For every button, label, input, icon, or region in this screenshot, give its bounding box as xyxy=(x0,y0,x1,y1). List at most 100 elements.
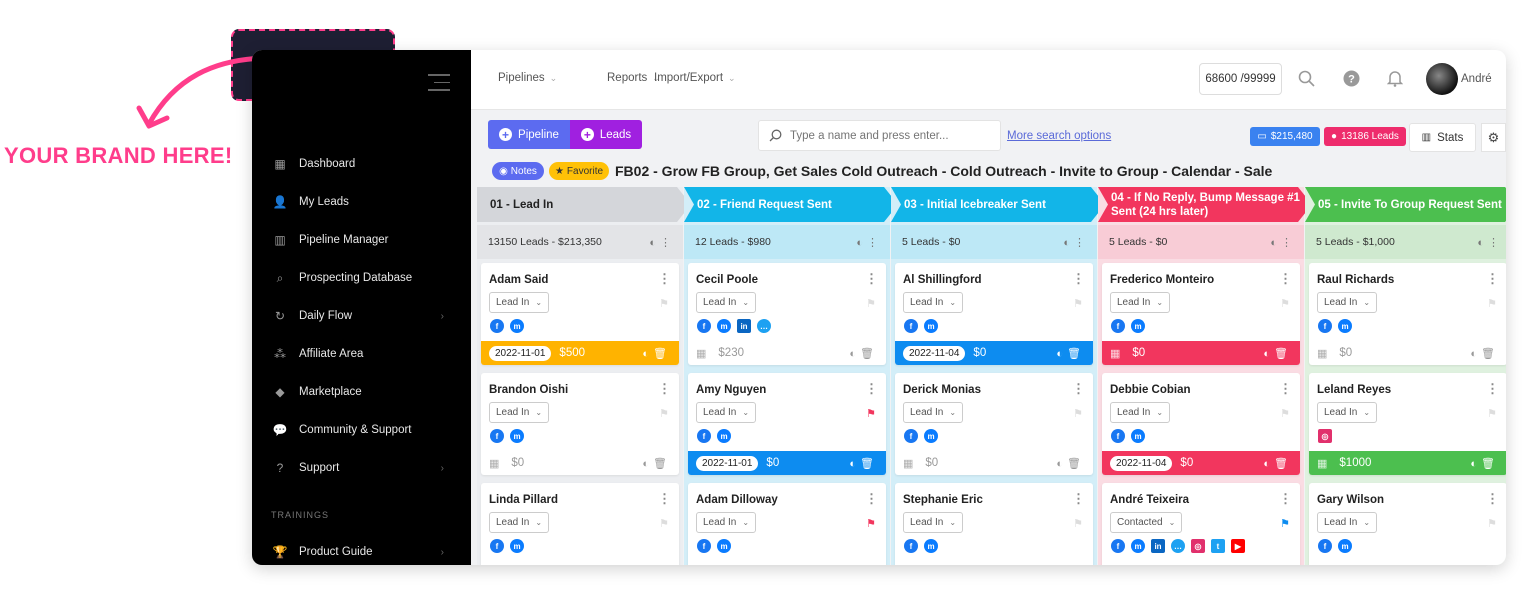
palette-trash-icon[interactable]: ◐🗑 xyxy=(849,457,878,470)
messenger-icon[interactable]: m xyxy=(717,539,731,553)
kebab-menu-icon[interactable]: ⋮ xyxy=(1486,271,1499,287)
lead-name[interactable]: André Teixeira xyxy=(1110,494,1189,506)
lead-card[interactable]: Raul Richards ⋮ ⚑ Lead In ⌄ f m ▦ $0 ◐🗑 xyxy=(1309,263,1506,365)
palette-trash-icon[interactable]: ◐🗑 xyxy=(1470,457,1499,470)
kebab-menu-icon[interactable]: ⋮ xyxy=(865,491,878,507)
menu-toggle-icon[interactable] xyxy=(428,74,450,97)
facebook-icon[interactable]: f xyxy=(697,539,711,553)
palette-trash-icon[interactable]: ◐🗑 xyxy=(849,347,878,360)
palette-trash-icon[interactable]: ◐🗑 xyxy=(642,347,671,360)
facebook-icon[interactable]: f xyxy=(1111,429,1125,443)
messenger-icon[interactable]: m xyxy=(1131,429,1145,443)
favorite-button[interactable]: ★ Favorite xyxy=(549,162,609,180)
bell-icon[interactable] xyxy=(1385,68,1405,88)
lead-name[interactable]: Cecil Poole xyxy=(696,274,758,286)
flag-icon[interactable]: ⚑ xyxy=(1487,407,1497,420)
lead-name[interactable]: Raul Richards xyxy=(1317,274,1394,286)
flag-icon[interactable]: ⚑ xyxy=(1073,297,1083,310)
lead-name[interactable]: Leland Reyes xyxy=(1317,384,1391,396)
lead-card[interactable]: Amy Nguyen ⋮ ⚑ Lead In ⌄ f m 2022-11-01 $0 ◐🗑 xyxy=(688,373,886,475)
status-select[interactable]: Lead In ⌄ xyxy=(1110,292,1171,313)
due-date-badge[interactable]: 2022-11-04 xyxy=(903,345,966,361)
column-palette-icon[interactable]: ◐⋮ xyxy=(1477,236,1503,249)
status-select[interactable]: Lead In ⌄ xyxy=(696,512,757,533)
status-select[interactable]: Lead In ⌄ xyxy=(696,402,757,423)
kebab-menu-icon[interactable]: ⋮ xyxy=(658,381,671,397)
column-palette-icon[interactable]: ◐⋮ xyxy=(856,236,882,249)
status-select[interactable]: Lead In ⌄ xyxy=(1317,402,1378,423)
lead-name[interactable]: Adam Dilloway xyxy=(696,494,778,506)
calendar-icon[interactable]: ▦ xyxy=(696,347,706,360)
calendar-icon[interactable]: ▦ xyxy=(903,457,913,470)
messenger-icon[interactable]: m xyxy=(1338,539,1352,553)
facebook-icon[interactable]: f xyxy=(490,539,504,553)
kebab-menu-icon[interactable]: ⋮ xyxy=(658,491,671,507)
flag-icon[interactable]: ⚑ xyxy=(1280,297,1290,310)
kebab-menu-icon[interactable]: ⋮ xyxy=(1486,491,1499,507)
facebook-icon[interactable]: f xyxy=(697,429,711,443)
facebook-icon[interactable]: f xyxy=(904,319,918,333)
facebook-icon[interactable]: f xyxy=(490,429,504,443)
kebab-menu-icon[interactable]: ⋮ xyxy=(1279,491,1292,507)
flag-icon[interactable]: ⚑ xyxy=(1280,517,1290,530)
kebab-menu-icon[interactable]: ⋮ xyxy=(865,271,878,287)
facebook-icon[interactable]: f xyxy=(904,539,918,553)
column-palette-icon[interactable]: ◐⋮ xyxy=(649,236,675,249)
stats-button[interactable]: ▥ Stats xyxy=(1409,123,1476,152)
sidebar-item-community-support[interactable]: 💬 Community & Support xyxy=(252,411,471,449)
palette-trash-icon[interactable]: ◐🗑 xyxy=(1056,457,1085,470)
lead-name[interactable]: Frederico Monteiro xyxy=(1110,274,1214,286)
calendar-icon[interactable]: ▦ xyxy=(1317,347,1327,360)
flag-icon[interactable]: ⚑ xyxy=(1073,407,1083,420)
sidebar-item-marketplace[interactable]: ◆ Marketplace xyxy=(252,373,471,411)
palette-trash-icon[interactable]: ◐🗑 xyxy=(1263,347,1292,360)
kebab-menu-icon[interactable]: ⋮ xyxy=(865,381,878,397)
sidebar-item-affiliate-area[interactable]: ⁂ Affiliate Area xyxy=(252,335,471,373)
calendar-icon[interactable]: ▦ xyxy=(1317,457,1327,470)
messenger-icon[interactable]: m xyxy=(924,539,938,553)
sidebar-item-support[interactable]: ? Support › xyxy=(252,449,471,487)
gear-icon[interactable]: ⚙ xyxy=(1481,123,1506,152)
messenger-icon[interactable]: m xyxy=(924,319,938,333)
lead-card[interactable]: Gary Wilson ⋮ ⚑ Lead In ⌄ f m xyxy=(1309,483,1506,565)
flag-icon[interactable]: ⚑ xyxy=(659,297,669,310)
lead-name[interactable]: Amy Nguyen xyxy=(696,384,766,396)
column-palette-icon[interactable]: ◐⋮ xyxy=(1270,236,1296,249)
facebook-icon[interactable]: f xyxy=(1318,319,1332,333)
linkedin-icon[interactable]: in xyxy=(1151,539,1165,553)
status-select[interactable]: Lead In ⌄ xyxy=(903,402,964,423)
lead-card[interactable]: Leland Reyes ⋮ ⚑ Lead In ⌄ ◎ ▦ $1000 ◐🗑 xyxy=(1309,373,1506,475)
calendar-icon[interactable]: ▦ xyxy=(489,457,499,470)
leads-add-button[interactable]: + Leads xyxy=(570,120,642,149)
lead-card[interactable]: Debbie Cobian ⋮ ⚑ Lead In ⌄ f m 2022-11-04 $0 ◐🗑 xyxy=(1102,373,1300,475)
status-select[interactable]: Lead In ⌄ xyxy=(489,292,550,313)
avatar[interactable] xyxy=(1426,63,1458,95)
messenger-icon[interactable]: m xyxy=(717,319,731,333)
status-select[interactable]: Lead In ⌄ xyxy=(903,512,964,533)
facebook-icon[interactable]: f xyxy=(1111,539,1125,553)
lead-card[interactable]: Al Shillingford ⋮ ⚑ Lead In ⌄ f m 2022-11-04 $0 ◐… xyxy=(895,263,1093,365)
messenger-icon[interactable]: m xyxy=(924,429,938,443)
status-select[interactable]: Contacted ⌄ xyxy=(1110,512,1183,533)
flag-icon[interactable]: ⚑ xyxy=(659,517,669,530)
messenger-icon[interactable]: m xyxy=(717,429,731,443)
flag-icon[interactable]: ⚑ xyxy=(866,297,876,310)
flag-icon[interactable]: ⚑ xyxy=(866,407,876,420)
instagram-icon[interactable]: ◎ xyxy=(1318,429,1332,443)
search-input[interactable] xyxy=(790,129,990,142)
lead-card[interactable]: Adam Dilloway ⋮ ⚑ Lead In ⌄ f m xyxy=(688,483,886,565)
messenger-icon[interactable]: m xyxy=(1131,319,1145,333)
search-box[interactable] xyxy=(758,120,1001,151)
status-select[interactable]: Lead In ⌄ xyxy=(696,292,757,313)
calendar-icon[interactable]: ▦ xyxy=(1110,347,1120,360)
kebab-menu-icon[interactable]: ⋮ xyxy=(1072,271,1085,287)
palette-trash-icon[interactable]: ◐🗑 xyxy=(1470,347,1499,360)
flag-icon[interactable]: ⚑ xyxy=(1073,517,1083,530)
column-header[interactable]: 01 - Lead In xyxy=(477,187,691,222)
messenger-icon[interactable]: m xyxy=(510,319,524,333)
due-date-badge[interactable]: 2022-11-04 xyxy=(1110,455,1173,471)
kebab-menu-icon[interactable]: ⋮ xyxy=(1072,491,1085,507)
menu-pipelines[interactable]: Pipelines ⌄ xyxy=(498,72,557,84)
palette-trash-icon[interactable]: ◐🗑 xyxy=(642,457,671,470)
menu-import-export[interactable]: Import/Export ⌄ xyxy=(654,72,736,84)
